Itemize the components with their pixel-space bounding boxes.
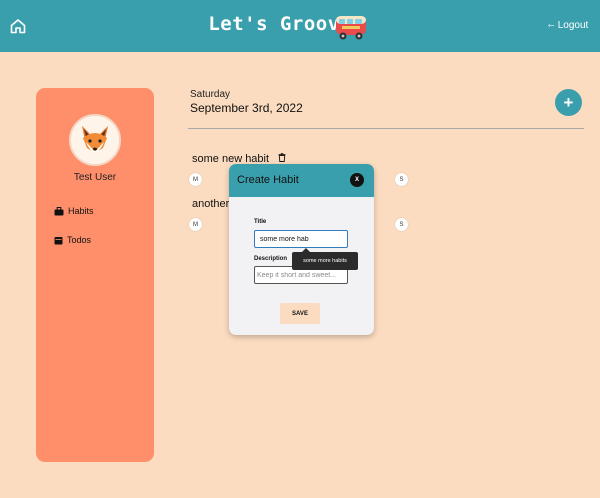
day-name: Saturday — [190, 89, 231, 100]
day-toggle-sunday[interactable]: S — [395, 218, 408, 231]
briefcase-icon — [54, 206, 64, 215]
top-bar: Let's Groove ⇽ Logout — [0, 0, 600, 52]
fox-icon — [82, 126, 108, 153]
logout-button[interactable]: ⇽ Logout — [548, 20, 588, 31]
modal-title: Create Habit — [237, 174, 299, 186]
title-input[interactable] — [254, 230, 348, 248]
sidebar-item-habits[interactable]: Habits — [54, 206, 94, 216]
create-habit-modal: Create Habit X Title Description some mo… — [229, 164, 374, 335]
autocomplete-suggestion[interactable]: some more habits — [292, 248, 358, 270]
save-button[interactable]: SAVE — [280, 303, 320, 324]
day-letter: M — [193, 221, 198, 228]
calendar-icon — [54, 236, 63, 244]
title-label: Title — [254, 219, 267, 225]
app-title: Let's Groove — [208, 13, 352, 35]
habit-name: another — [192, 198, 230, 210]
day-toggle-sunday[interactable]: S — [395, 173, 408, 186]
day-toggle-monday[interactable]: M — [189, 173, 202, 186]
sidebar-item-label: Todos — [67, 235, 92, 245]
page-title: September 3rd, 2022 — [190, 101, 303, 115]
sidebar-item-label: Habits — [68, 206, 94, 216]
close-icon: X — [354, 177, 359, 183]
avatar — [69, 114, 121, 166]
trash-icon[interactable] — [278, 153, 286, 162]
day-letter: M — [193, 176, 198, 183]
sidebar-item-todos[interactable]: Todos — [54, 235, 91, 245]
description-label: Description — [254, 256, 288, 262]
divider — [188, 128, 584, 129]
close-button[interactable]: X — [350, 173, 364, 187]
add-habit-button[interactable]: + — [555, 89, 582, 116]
plus-icon: + — [563, 92, 574, 112]
logout-icon: ⇽ — [548, 21, 555, 30]
modal-header: Create Habit X — [229, 164, 374, 197]
username: Test User — [73, 172, 117, 183]
day-toggle-monday[interactable]: M — [189, 218, 202, 231]
sidebar: Test User Habits Todos — [36, 88, 154, 462]
logout-label: Logout — [557, 20, 589, 31]
van-icon — [336, 16, 366, 40]
day-letter: S — [399, 176, 404, 183]
day-letter: S — [399, 221, 404, 228]
